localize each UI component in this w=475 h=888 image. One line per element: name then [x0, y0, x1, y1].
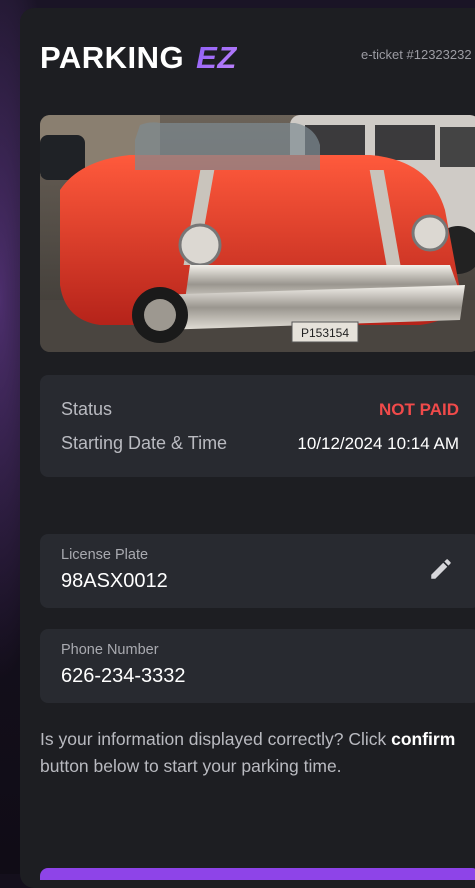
info-text-start: Is your information displayed correctly?… — [40, 729, 392, 749]
logo-ez: EZ — [196, 40, 237, 75]
start-datetime-value: 10/12/2024 10:14 AM — [297, 433, 459, 453]
status-label: Status — [61, 399, 113, 419]
phone-number-value: 626-234-3332 — [61, 665, 186, 687]
vehicle-photo: P153154 — [40, 115, 475, 352]
confirmation-instructions: Is your information displayed correctly?… — [40, 726, 460, 780]
confirm-button[interactable] — [40, 868, 475, 880]
eticket-number: e-ticket #12323232 — [361, 47, 472, 62]
status-panel: Status NOT PAID Starting Date & Time 10/… — [40, 375, 475, 477]
license-plate-field[interactable]: License Plate 98ASX0012 — [40, 534, 475, 608]
logo-text: PARKING — [40, 40, 185, 75]
parking-ez-logo: PARKING EZ — [40, 40, 237, 75]
license-plate-label: License Plate — [61, 547, 149, 563]
start-datetime-label: Starting Date & Time — [61, 433, 228, 453]
info-text-end: button below to start your parking time. — [40, 756, 342, 776]
license-plate-value: 98ASX0012 — [61, 570, 168, 592]
edit-pencil-icon[interactable] — [428, 556, 454, 582]
status-badge: NOT PAID — [379, 399, 459, 419]
info-confirm-word: confirm — [391, 729, 456, 749]
vehicle-plate-text: P153154 — [301, 326, 349, 340]
phone-number-label: Phone Number — [61, 642, 159, 658]
phone-number-field[interactable]: Phone Number 626-234-3332 — [40, 629, 475, 703]
